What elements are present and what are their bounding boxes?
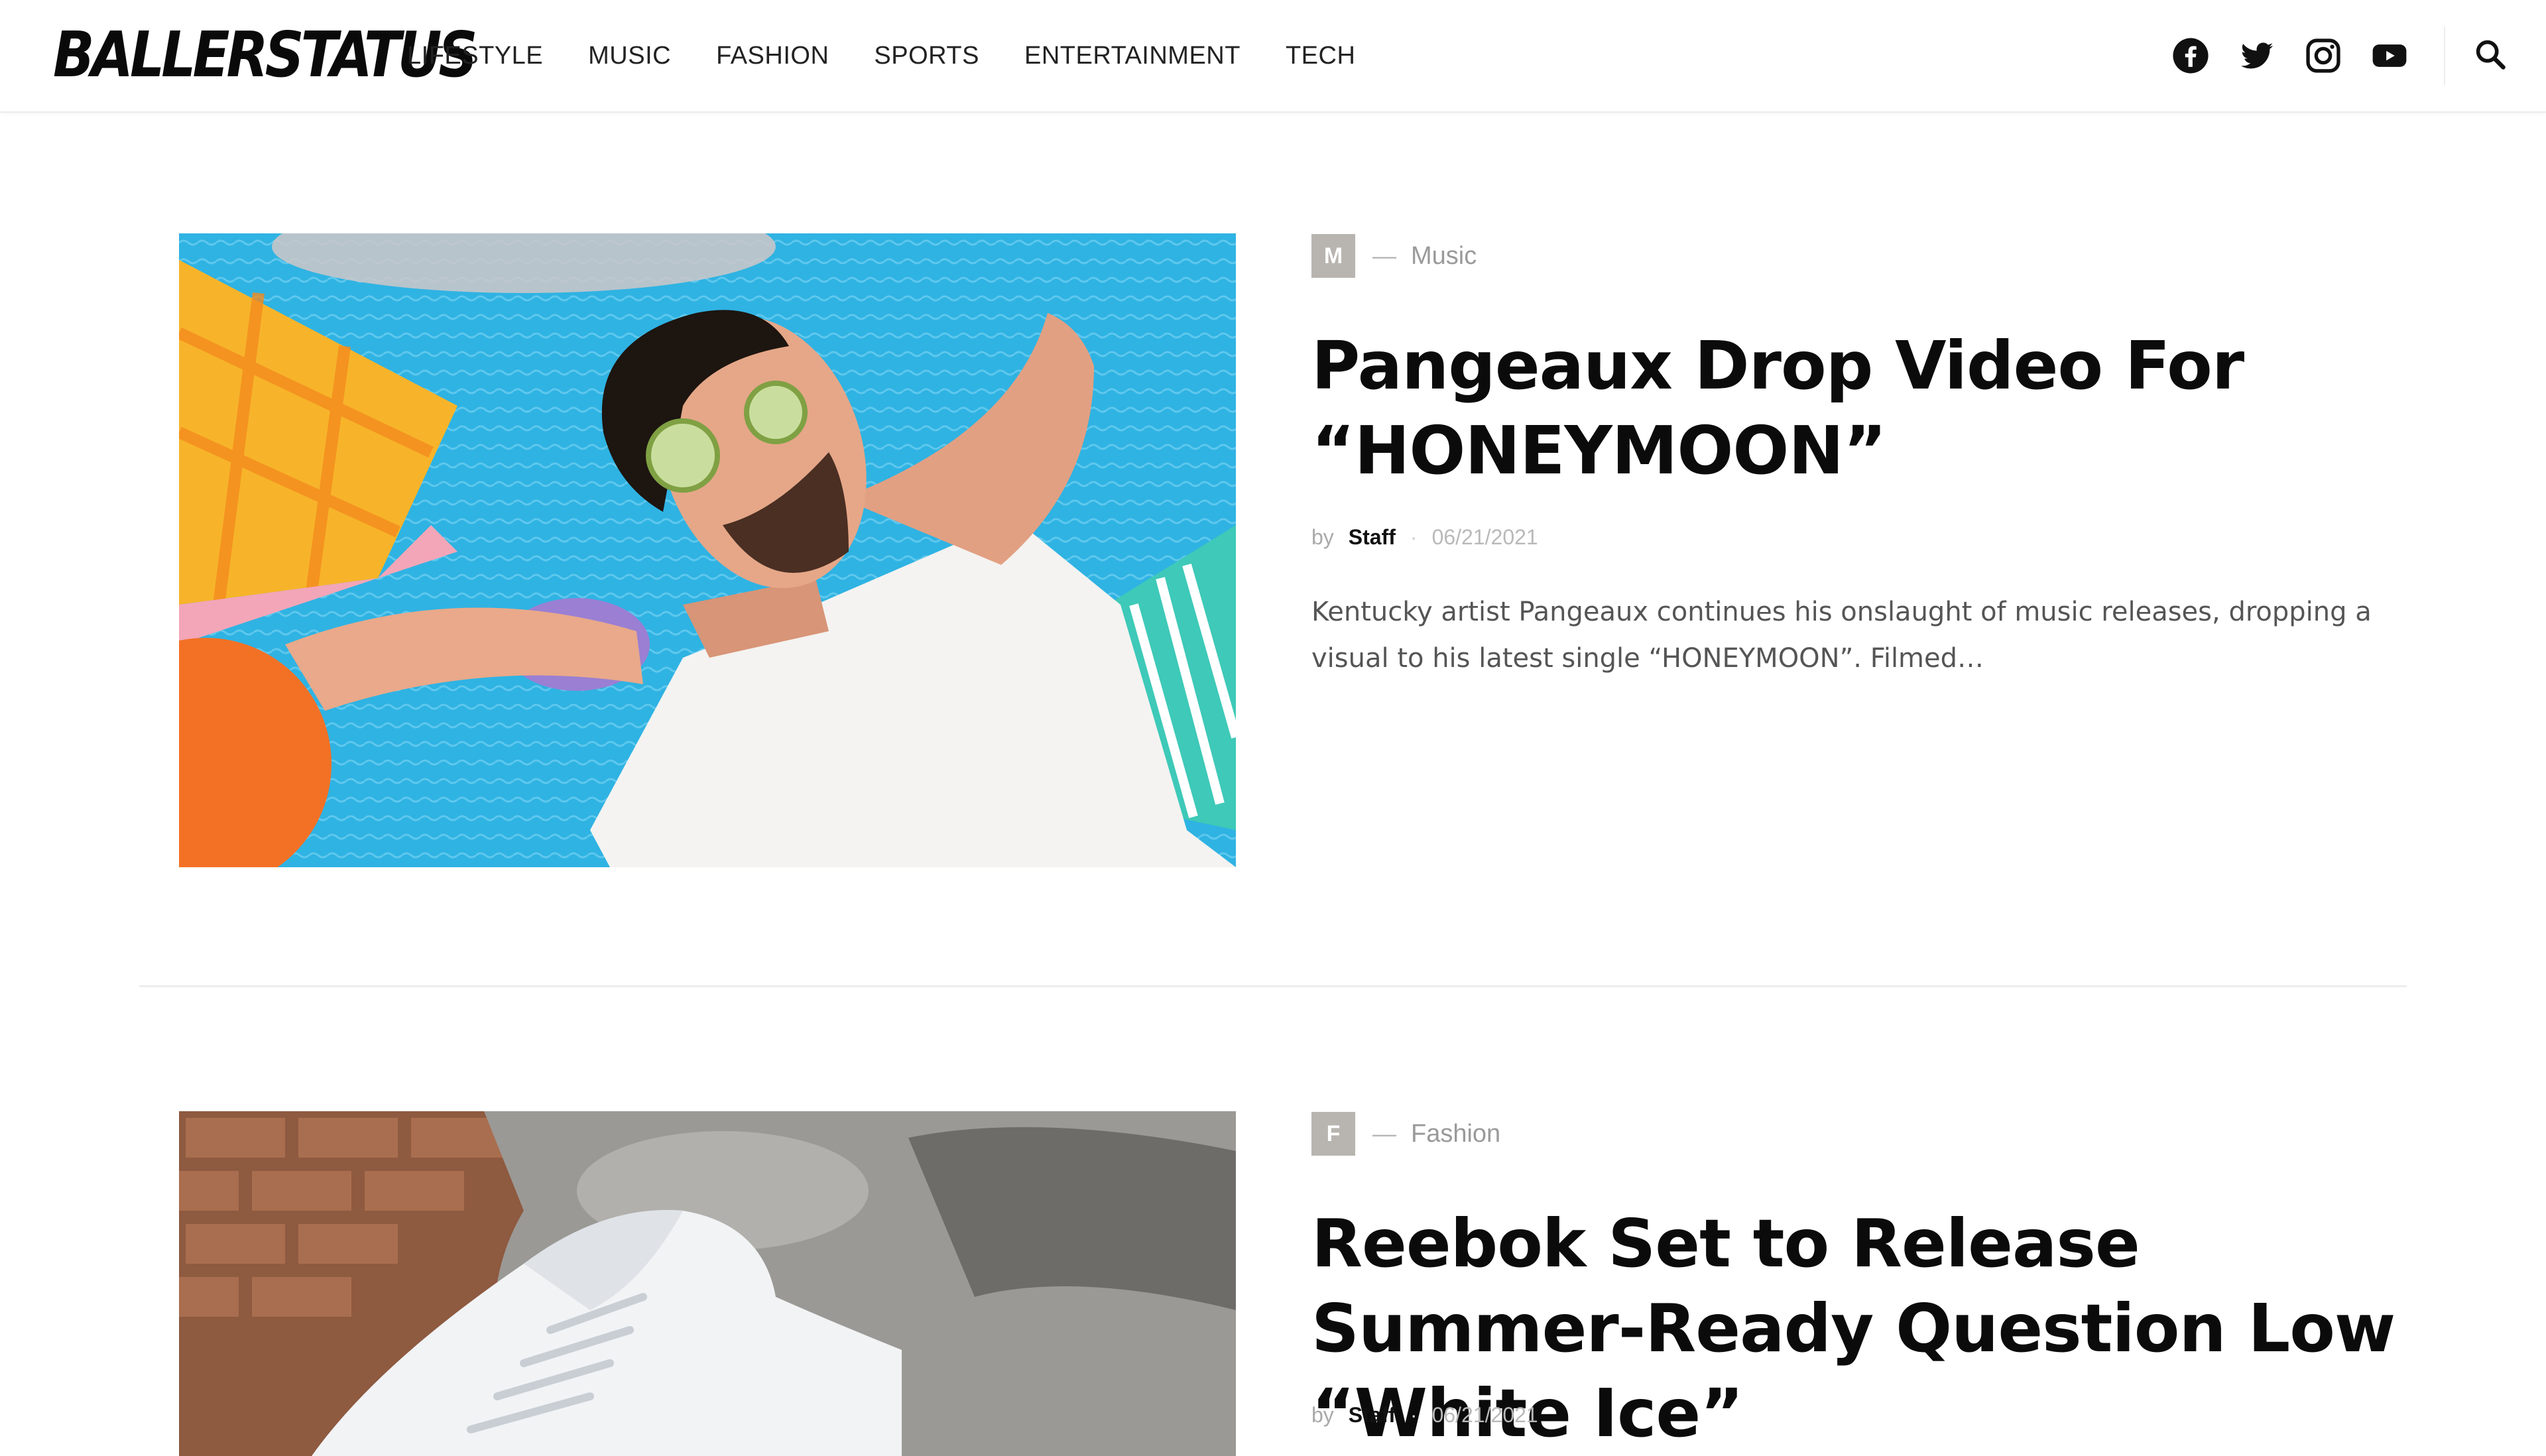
- article-card: M — Music Pangeaux Drop Video For “HONEY…: [0, 233, 2546, 870]
- category-dash: —: [1372, 242, 1396, 269]
- nav-item-music[interactable]: MUSIC: [588, 34, 671, 77]
- twitter-icon[interactable]: [2236, 34, 2278, 77]
- article-excerpt: Kentucky artist Pangeaux continues his o…: [1311, 597, 2372, 674]
- facebook-icon[interactable]: [2169, 34, 2212, 77]
- nav-item-fashion[interactable]: FASHION: [716, 34, 829, 77]
- article-divider: [139, 985, 2407, 987]
- article-title[interactable]: Pangeaux Drop Video For “HONEYMOON”: [1311, 324, 2439, 493]
- author-link[interactable]: Staff: [1349, 1403, 1396, 1427]
- byline: by Staff · 06/21/2021: [1311, 521, 1538, 553]
- byline-prefix: by: [1311, 524, 1334, 549]
- category-meta: F — Fashion: [1311, 1111, 1500, 1156]
- byline: by Staff · 06/21/2021: [1311, 1399, 1538, 1431]
- search-icon[interactable]: [2473, 37, 2510, 74]
- category-link[interactable]: Fashion: [1411, 1120, 1500, 1148]
- article-card: F — Fashion Reebok Set to Release Summer…: [0, 1111, 2546, 1456]
- site-header: BALLERSTATUS LIFESTYLE MUSIC FASHION SPO…: [0, 0, 2546, 113]
- nav-item-sports[interactable]: SPORTS: [874, 34, 979, 77]
- article-thumbnail[interactable]: [179, 1111, 1236, 1456]
- nav-item-tech[interactable]: TECH: [1286, 34, 1355, 77]
- post-date: 06/21/2021: [1431, 1402, 1538, 1427]
- nav-item-lifestyle[interactable]: LIFESTYLE: [407, 34, 543, 77]
- post-date: 06/21/2021: [1431, 524, 1538, 549]
- byline-separator: ·: [1410, 524, 1418, 549]
- byline-prefix: by: [1311, 1402, 1334, 1427]
- main-nav: LIFESTYLE MUSIC FASHION SPORTS ENTERTAIN…: [407, 34, 1400, 77]
- category-meta: M — Music: [1311, 233, 1477, 278]
- youtube-icon[interactable]: [2368, 34, 2411, 77]
- instagram-icon[interactable]: [2302, 34, 2344, 77]
- byline-separator: ·: [1410, 1402, 1418, 1427]
- social-links: [2169, 33, 2435, 78]
- header-divider: [2444, 27, 2445, 85]
- nav-item-entertainment[interactable]: ENTERTAINMENT: [1024, 34, 1241, 77]
- category-dash: —: [1372, 1120, 1396, 1147]
- category-badge: F: [1311, 1112, 1355, 1156]
- category-badge: M: [1311, 234, 1355, 278]
- article-thumbnail[interactable]: [179, 233, 1236, 867]
- author-link[interactable]: Staff: [1349, 525, 1396, 550]
- category-link[interactable]: Music: [1411, 242, 1477, 271]
